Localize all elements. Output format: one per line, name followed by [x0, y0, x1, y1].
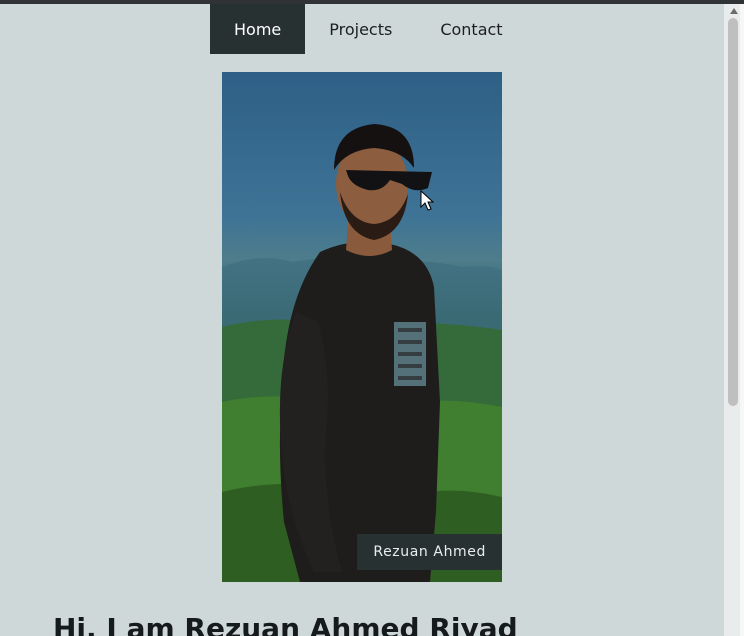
- scroll-up-arrow-icon[interactable]: [730, 8, 738, 14]
- page-viewport: Home Projects Contact Rezuan Ahmed Hi, I…: [0, 4, 724, 636]
- portrait-illustration: [222, 124, 502, 582]
- scrollbar-track[interactable]: [726, 18, 740, 634]
- nav-contact[interactable]: Contact: [416, 4, 526, 54]
- nav-projects[interactable]: Projects: [305, 4, 416, 54]
- photo-caption: Rezuan Ahmed: [357, 534, 502, 570]
- main-nav: Home Projects Contact: [210, 4, 527, 54]
- nav-home[interactable]: Home: [210, 4, 306, 54]
- scrollbar-thumb[interactable]: [728, 18, 738, 406]
- intro-heading: Hi, I am Rezuan Ahmed Riyad: [53, 612, 518, 636]
- mouse-cursor-icon: [420, 190, 434, 211]
- profile-photo: Rezuan Ahmed: [222, 72, 502, 582]
- window-edge: [740, 4, 744, 636]
